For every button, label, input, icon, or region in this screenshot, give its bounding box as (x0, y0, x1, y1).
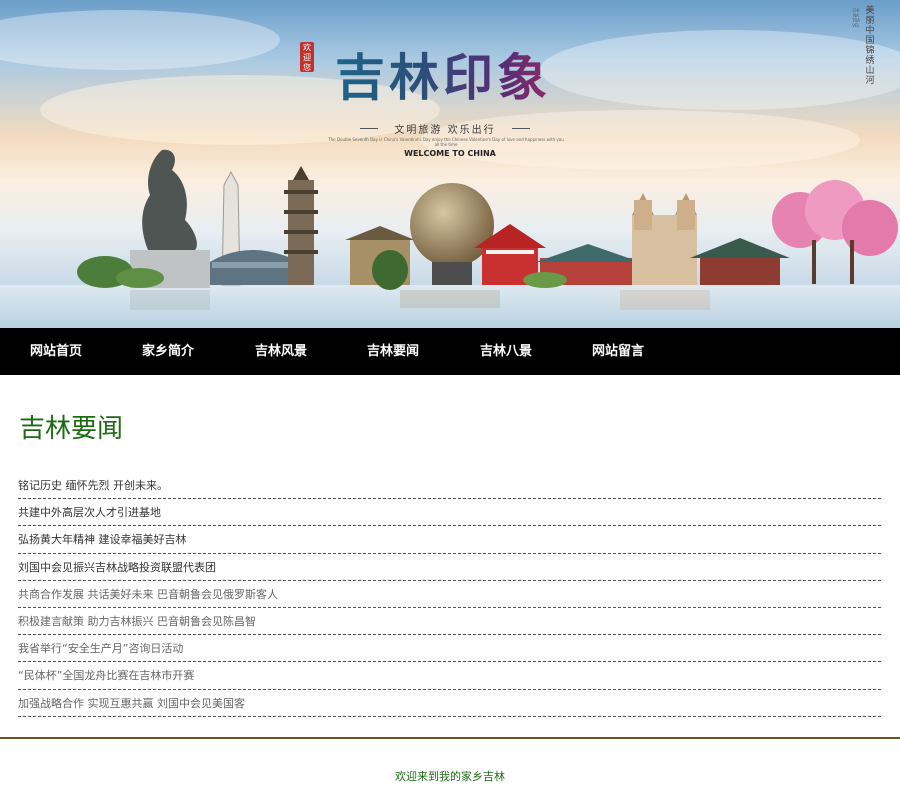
banner-welcome: WELCOME TO CHINA (404, 149, 496, 158)
nav-item-scenery[interactable]: 吉林风景 (255, 328, 307, 375)
news-item[interactable]: 刘国中会见振兴吉林战略投资联盟代表团 (18, 554, 881, 581)
news-item[interactable]: 积极建言献策 助力吉林振兴 巴音朝鲁会见陈昌智 (18, 608, 881, 636)
news-item[interactable]: 加强战略合作 实现互惠共赢 刘国中会见美国客 (18, 690, 881, 717)
news-list: 铭记历史 缅怀先烈 开创未来。 共建中外高层次人才引进基地 弘扬黄大年精神 建设… (18, 472, 881, 717)
news-item[interactable]: 我省举行“安全生产月”咨询日活动 (18, 635, 881, 663)
nav-item-eight-views[interactable]: 吉林八景 (480, 328, 532, 375)
nav-item-guestbook[interactable]: 网站留言 (592, 328, 644, 375)
news-item[interactable]: 共建中外高层次人才引进基地 (18, 499, 881, 527)
page-title: 吉林要闻 (19, 414, 124, 444)
banner-vertical-small: CHINA TRAVEL (852, 8, 860, 28)
nav-item-home[interactable]: 网站首页 (30, 328, 82, 375)
news-item[interactable]: 弘扬黄大年精神 建设幸福美好吉林 (18, 526, 881, 554)
news-item[interactable]: 铭记历史 缅怀先烈 开创未来。 (18, 472, 881, 500)
hero-banner: 欢迎您 吉林印象 文明旅游 欢乐出行 The Double Seventh Da… (0, 0, 900, 328)
banner-vertical-text: 美丽中国 锦绣山河 (865, 6, 875, 86)
footer-divider (0, 737, 900, 739)
nav-item-intro[interactable]: 家乡简介 (142, 328, 194, 375)
footer-text: 欢迎来到我的家乡吉林 (395, 770, 505, 783)
banner-fine-print: The Double Seventh Day is China's Valent… (328, 137, 564, 147)
nav-item-news[interactable]: 吉林要闻 (367, 328, 419, 375)
news-item[interactable]: “民体杯”全国龙舟比赛在吉林市开赛 (18, 662, 881, 690)
banner-subtitle: 文明旅游 欢乐出行 (360, 121, 530, 136)
banner-title: 吉林印象 (318, 38, 568, 110)
news-item[interactable]: 共商合作发展 共话美好未来 巴音朝鲁会见俄罗斯客人 (18, 581, 881, 608)
main-nav: 网站首页 家乡简介 吉林风景 吉林要闻 吉林八景 网站留言 (0, 328, 900, 375)
banner-seal: 欢迎您 (300, 42, 314, 72)
